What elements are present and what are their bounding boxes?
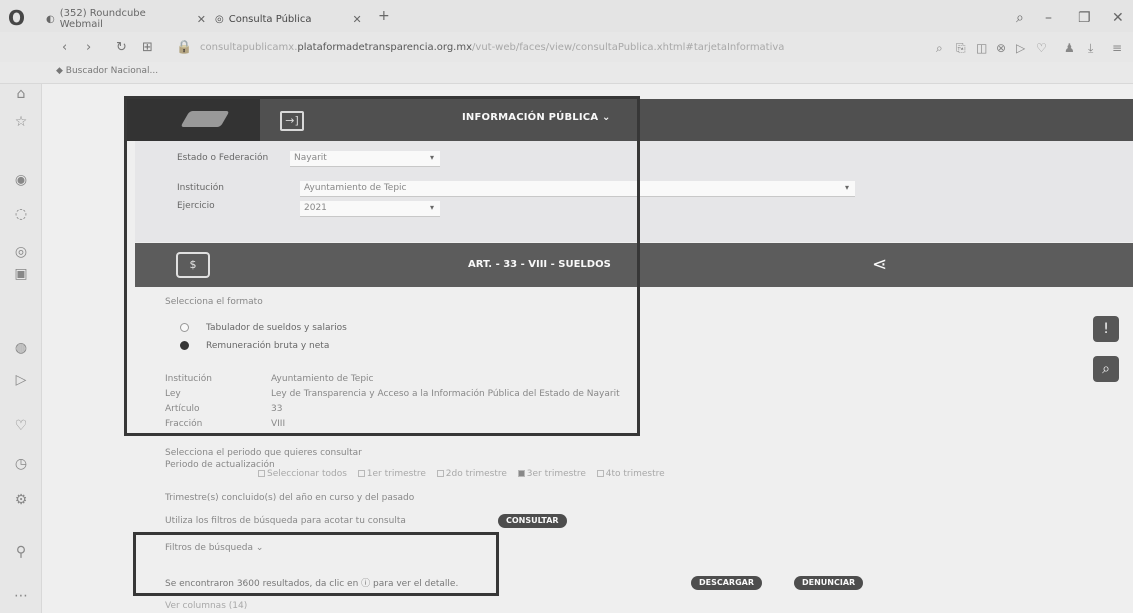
filter-hint: Utiliza los filtros de búsqueda para aco…	[165, 516, 406, 526]
bookmarks-sidebar-icon[interactable]: ♡	[12, 418, 30, 436]
bookmark-buscador[interactable]: ◆ Buscador Nacional...	[56, 66, 158, 76]
close-window-button[interactable]: ✕	[1112, 10, 1124, 26]
tab-close-icon[interactable]: ✕	[352, 13, 361, 26]
checkbox-all[interactable]	[258, 470, 265, 477]
search-icon[interactable]: ⌕	[936, 41, 943, 56]
consultar-button[interactable]: CONSULTAR	[498, 514, 567, 528]
period-checkboxes: Seleccionar todos 1er trimestre 2do trim…	[258, 469, 665, 479]
tab-roundcube[interactable]: ◐ (352) Roundcube Webmail ✕	[46, 8, 206, 30]
settings-gear-icon[interactable]: ⚙	[12, 492, 30, 510]
period-option: 2do trimestre	[445, 469, 507, 479]
messenger-icon[interactable]: ◉	[12, 172, 30, 190]
period-option: 1er trimestre	[366, 469, 426, 479]
period-prompt: Selecciona el periodo que quieres consul…	[165, 448, 362, 458]
player-icon[interactable]: ▷	[1016, 41, 1025, 55]
reload-icon[interactable]: ↻	[116, 40, 127, 55]
tab-label: Consulta Pública	[228, 13, 312, 25]
maximize-button[interactable]: ❐	[1078, 10, 1091, 26]
account-icon[interactable]: ♟	[1064, 41, 1075, 55]
snapshot-icon[interactable]: ⎘	[956, 41, 966, 56]
more-icon[interactable]: ⋯	[12, 588, 30, 606]
checkbox-q3[interactable]	[517, 470, 525, 477]
alert-icon[interactable]: !	[1093, 316, 1119, 342]
forward-icon[interactable]: ›	[86, 40, 91, 55]
instagram-icon[interactable]: ▣	[12, 266, 30, 284]
camera-icon[interactable]: ◫	[976, 41, 987, 55]
tab-consulta-publica[interactable]: ◎ Consulta Pública ✕	[215, 8, 375, 30]
period-option: 4to trimestre	[605, 469, 665, 479]
period-option: 3er trimestre	[526, 469, 586, 479]
easy-setup-icon[interactable]: ≡	[1112, 41, 1122, 55]
player-sidebar-icon[interactable]: ▷	[12, 372, 30, 390]
home-icon[interactable]: ⌂	[12, 86, 30, 104]
url-suffix: /vut-web/faces/view/consultaPublica.xhtm…	[472, 42, 785, 53]
new-tab-button[interactable]: +	[378, 8, 390, 24]
heart-icon[interactable]: ♡	[1036, 41, 1047, 55]
whatsapp-icon[interactable]: ◌	[12, 206, 30, 224]
checkbox-q2[interactable]	[436, 470, 444, 477]
period-note: Trimestre(s) concluido(s) del año en cur…	[165, 493, 415, 503]
bookmark-label: Buscador Nacional...	[65, 66, 159, 76]
bookmark-icon: ◆	[56, 66, 63, 76]
back-icon[interactable]: ‹	[62, 40, 67, 55]
tab-favicon-icon: ◐	[46, 13, 55, 25]
star-icon[interactable]: ☆	[12, 114, 30, 132]
pin-icon[interactable]: ⚲	[12, 544, 30, 562]
tab-label: (352) Roundcube Webmail	[59, 8, 146, 30]
share-icon[interactable]: ⋖	[872, 254, 887, 275]
descargar-button[interactable]: DESCARGAR	[691, 576, 763, 590]
minimize-button[interactable]: –	[1045, 10, 1052, 26]
checkbox-q4[interactable]	[596, 470, 604, 477]
highlight-frame	[133, 532, 499, 596]
history-icon[interactable]: ◷	[12, 456, 30, 474]
columns-link[interactable]: Ver columnas (14)	[165, 601, 247, 611]
discord-icon[interactable]: ◍	[12, 340, 30, 358]
download-icon[interactable]: ⤓	[1088, 41, 1093, 56]
period-option: Seleccionar todos	[267, 469, 347, 479]
opera-logo-icon[interactable]: O	[8, 6, 25, 30]
telegram-icon[interactable]: ◎	[12, 244, 30, 262]
bookmarks-bar	[0, 62, 1133, 84]
url-prefix: consultapublicamx.	[200, 42, 298, 53]
highlight-frame	[124, 96, 640, 436]
lock-icon: 🔒	[176, 40, 193, 55]
checkbox-q1[interactable]	[357, 470, 365, 477]
denunciar-button[interactable]: DENUNCIAR	[794, 576, 864, 590]
speed-dial-icon[interactable]: ⊞	[142, 40, 153, 55]
search-tabs-icon[interactable]: ⌕	[1016, 10, 1024, 26]
adblock-icon[interactable]: ⊗	[996, 41, 1006, 55]
url-field[interactable]: consultapublicamx.plataformadetransparen…	[200, 42, 784, 53]
tab-close-icon[interactable]: ✕	[197, 13, 206, 26]
tab-favicon-icon: ◎	[215, 13, 224, 25]
magnifier-icon[interactable]: ⌕	[1093, 356, 1119, 382]
page: O ◐ (352) Roundcube Webmail ✕ ◎ Consulta…	[0, 0, 1133, 613]
url-domain: plataformadetransparencia.org.mx	[297, 42, 473, 53]
